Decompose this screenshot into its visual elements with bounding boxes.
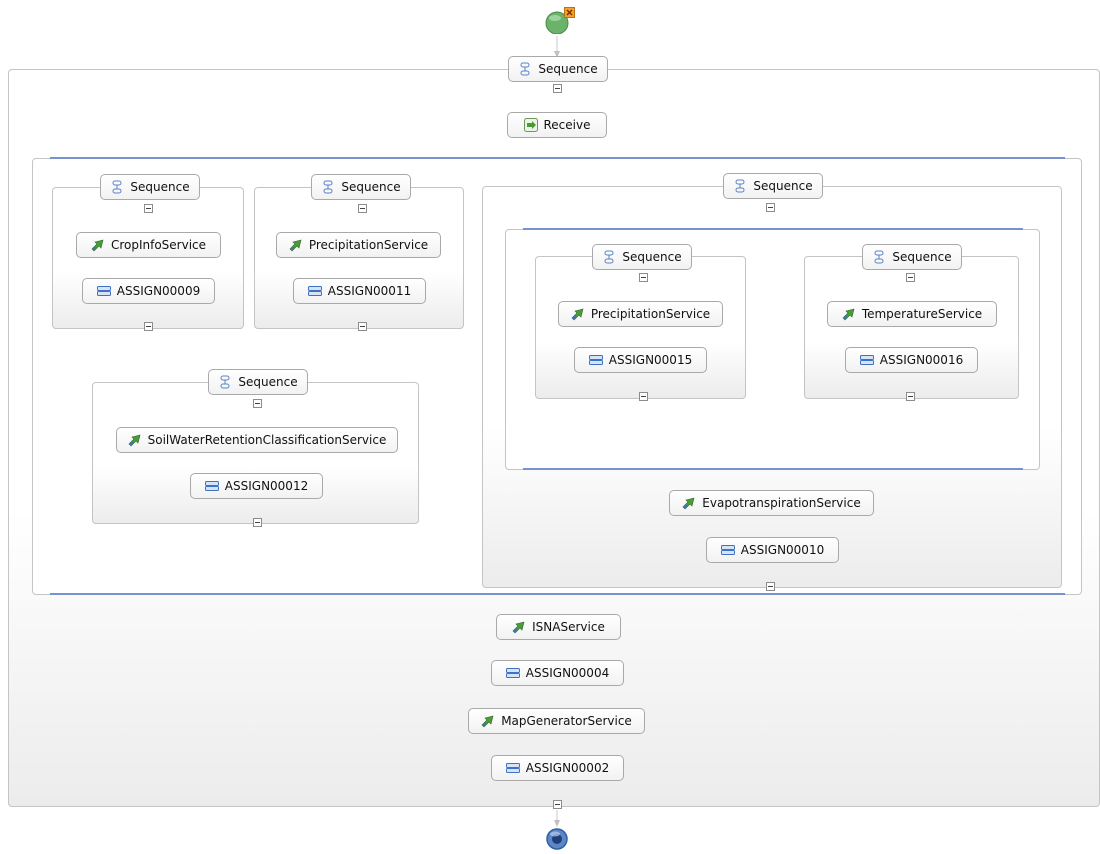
temperature-service-label: TemperatureService (861, 307, 983, 321)
sequence-label: Sequence (753, 179, 813, 193)
sequence-icon (321, 180, 335, 194)
precipitation-service-label: PrecipitationService (590, 307, 711, 321)
evapotranspiration-service-label: EvapotranspirationService (702, 496, 861, 510)
assign-label: ASSIGN00004 (525, 666, 610, 680)
collapse-icon[interactable] (358, 204, 367, 213)
inner-flow-top-bar (523, 228, 1023, 230)
precipitation-service-inner-node[interactable]: PrecipitationService (558, 301, 723, 327)
isna-service-node[interactable]: ISNAService (496, 614, 621, 640)
assign-label: ASSIGN00012 (224, 479, 309, 493)
sequence-evapo-node[interactable]: Sequence (723, 173, 823, 199)
assign-00011-node[interactable]: ASSIGN00011 (293, 278, 426, 304)
collapse-icon[interactable] (144, 322, 153, 331)
assign-icon (505, 666, 520, 680)
sequence-main-node[interactable]: Sequence (508, 56, 608, 82)
collapse-icon[interactable] (253, 518, 262, 527)
crop-info-service-label: CropInfoService (110, 238, 207, 252)
assign-label: ASSIGN00002 (525, 761, 610, 775)
sequence-temp-node[interactable]: Sequence (862, 244, 962, 270)
assign-00010-node[interactable]: ASSIGN00010 (706, 537, 839, 563)
receive-icon (523, 118, 538, 132)
collapse-icon[interactable] (766, 582, 775, 591)
map-generator-service-node[interactable]: MapGeneratorService (468, 708, 645, 734)
sequence-label: Sequence (892, 250, 952, 264)
temperature-service-node[interactable]: TemperatureService (827, 301, 997, 327)
flow-top-bar (50, 157, 1065, 159)
assign-00004-node[interactable]: ASSIGN00004 (491, 660, 624, 686)
assign-00012-node[interactable]: ASSIGN00012 (190, 473, 323, 499)
collapse-icon[interactable] (766, 203, 775, 212)
assign-00002-node[interactable]: ASSIGN00002 (491, 755, 624, 781)
sequence-icon (602, 250, 616, 264)
collapse-icon[interactable] (144, 204, 153, 213)
sequence-label: Sequence (341, 180, 401, 194)
evapotranspiration-service-node[interactable]: EvapotranspirationService (669, 490, 874, 516)
invoke-icon (289, 238, 303, 252)
assign-label: ASSIGN00015 (608, 353, 693, 367)
assign-00015-node[interactable]: ASSIGN00015 (574, 347, 707, 373)
soil-water-service-node[interactable]: SoilWaterRetentionClassificationService (116, 427, 398, 453)
assign-00016-node[interactable]: ASSIGN00016 (845, 347, 978, 373)
collapse-icon[interactable] (906, 392, 915, 401)
assign-icon (96, 284, 111, 298)
inner-flow-bottom-bar (523, 468, 1023, 470)
sequence-precip-inner-node[interactable]: Sequence (592, 244, 692, 270)
assign-label: ASSIGN00009 (116, 284, 201, 298)
sequence-icon (218, 375, 232, 389)
sequence-label: Sequence (238, 375, 298, 389)
assign-icon (588, 353, 603, 367)
invoke-icon (91, 238, 105, 252)
end-event-icon (546, 828, 568, 850)
assign-label: ASSIGN00010 (740, 543, 825, 557)
sequence-icon (110, 180, 124, 194)
sequence-label: Sequence (130, 180, 190, 194)
sequence-icon (733, 179, 747, 193)
invoke-icon (128, 433, 142, 447)
collapse-icon[interactable] (358, 322, 367, 331)
receive-label: Receive (543, 118, 591, 132)
assign-00009-node[interactable]: ASSIGN00009 (82, 278, 215, 304)
assign-icon (204, 479, 219, 493)
crop-info-service-node[interactable]: CropInfoService (76, 232, 221, 258)
collapse-icon[interactable] (906, 273, 915, 282)
soil-water-service-label: SoilWaterRetentionClassificationService (147, 433, 387, 447)
assign-label: ASSIGN00011 (327, 284, 412, 298)
collapse-icon[interactable] (639, 392, 648, 401)
invoke-icon (571, 307, 585, 321)
sequence-precip-node[interactable]: Sequence (311, 174, 411, 200)
sequence-icon (518, 62, 532, 76)
invoke-icon (842, 307, 856, 321)
end-event[interactable] (546, 828, 568, 850)
sequence-label: Sequence (622, 250, 682, 264)
collapse-icon[interactable] (639, 273, 648, 282)
sequence-icon (872, 250, 886, 264)
invoke-icon (481, 714, 495, 728)
assign-icon (505, 761, 520, 775)
map-generator-service-label: MapGeneratorService (501, 714, 632, 728)
isna-service-label: ISNAService (532, 620, 605, 634)
precipitation-service-label: PrecipitationService (308, 238, 429, 252)
receive-node[interactable]: Receive (507, 112, 607, 138)
collapse-icon[interactable] (553, 800, 562, 809)
close-icon[interactable] (564, 7, 575, 18)
sequence-label: Sequence (538, 62, 598, 76)
collapse-icon[interactable] (253, 399, 262, 408)
assign-icon (720, 543, 735, 557)
precipitation-service-node[interactable]: PrecipitationService (276, 232, 441, 258)
assign-icon (307, 284, 322, 298)
assign-icon (859, 353, 874, 367)
invoke-icon (682, 496, 696, 510)
sequence-crop-node[interactable]: Sequence (100, 174, 200, 200)
invoke-icon (512, 620, 526, 634)
assign-label: ASSIGN00016 (879, 353, 964, 367)
collapse-icon[interactable] (553, 84, 562, 93)
process-canvas: Sequence Receive Sequence CropInfoServic… (0, 0, 1100, 851)
sequence-soil-node[interactable]: Sequence (208, 369, 308, 395)
flow-bottom-bar (50, 593, 1065, 595)
